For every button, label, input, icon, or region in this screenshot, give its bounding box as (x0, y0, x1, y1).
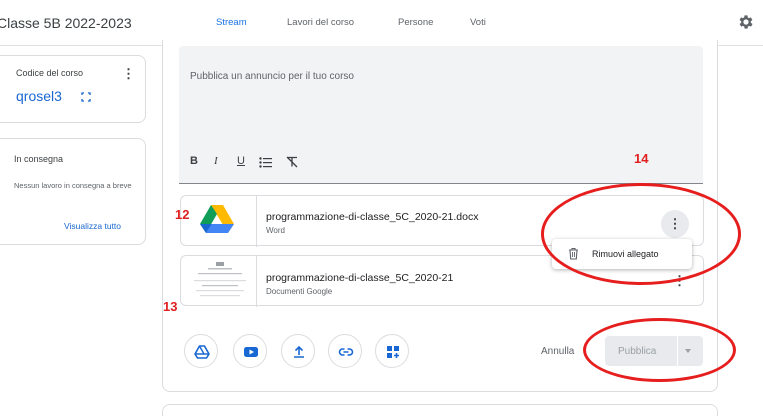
cancel-button[interactable]: Annulla (541, 346, 574, 357)
add-youtube-button[interactable] (233, 334, 267, 368)
view-all-link[interactable]: Visualizza tutto (64, 221, 121, 231)
upcoming-title: In consegna (14, 154, 64, 164)
upcoming-empty-text: Nessun lavoro in consegna a breve (14, 181, 132, 190)
clear-formatting-icon[interactable] (286, 156, 298, 168)
youtube-icon (244, 347, 258, 357)
tab-people[interactable]: Persone (398, 17, 433, 28)
annotation-13: 13 (163, 299, 178, 314)
stream-post-card (162, 404, 718, 416)
upload-button[interactable] (281, 334, 315, 368)
tab-stream[interactable]: Stream (216, 17, 247, 28)
thumbnail-divider (256, 196, 257, 247)
announcement-placeholder: Pubblica un annuncio per il tuo corso (190, 71, 354, 82)
course-code-label: Codice del corso (16, 68, 84, 78)
annotation-ellipse-publish (583, 318, 736, 382)
tab-classwork[interactable]: Lavori del corso (287, 17, 354, 28)
doc-thumbnail (186, 258, 254, 304)
google-drive-icon (200, 205, 234, 233)
attachment-type: Documenti Google (266, 287, 333, 296)
bold-button[interactable]: B (190, 155, 198, 167)
course-code: qrosel3 (16, 88, 62, 104)
add-link-button[interactable] (328, 334, 362, 368)
upload-icon (294, 345, 304, 358)
tab-grades[interactable]: Voti (470, 17, 486, 28)
attachment-name[interactable]: programmazione-di-classe_5C_2020-21.docx (266, 211, 478, 223)
fullscreen-icon[interactable] (81, 92, 91, 102)
add-apps-button[interactable] (375, 334, 409, 368)
annotation-12: 12 (175, 207, 190, 222)
drive-icon (194, 345, 210, 359)
annotation-ellipse-menu (541, 183, 741, 285)
announcement-input[interactable] (179, 46, 703, 184)
underline-button[interactable]: U (237, 155, 245, 167)
link-icon (338, 348, 354, 356)
annotation-14: 14 (634, 151, 649, 166)
thumbnail-divider (256, 256, 257, 307)
italic-button[interactable]: I (214, 155, 218, 167)
class-title[interactable]: Classe 5B 2022-2023 (0, 15, 132, 31)
gear-icon[interactable] (737, 13, 755, 31)
attachment-type: Word (266, 226, 285, 235)
course-code-more-icon[interactable]: ⋮ (122, 67, 135, 80)
bulleted-list-icon[interactable] (259, 157, 272, 168)
add-drive-button[interactable] (184, 334, 218, 368)
add-apps-icon (387, 346, 399, 358)
attachment-name[interactable]: programmazione-di-classe_5C_2020-21 (266, 272, 453, 284)
